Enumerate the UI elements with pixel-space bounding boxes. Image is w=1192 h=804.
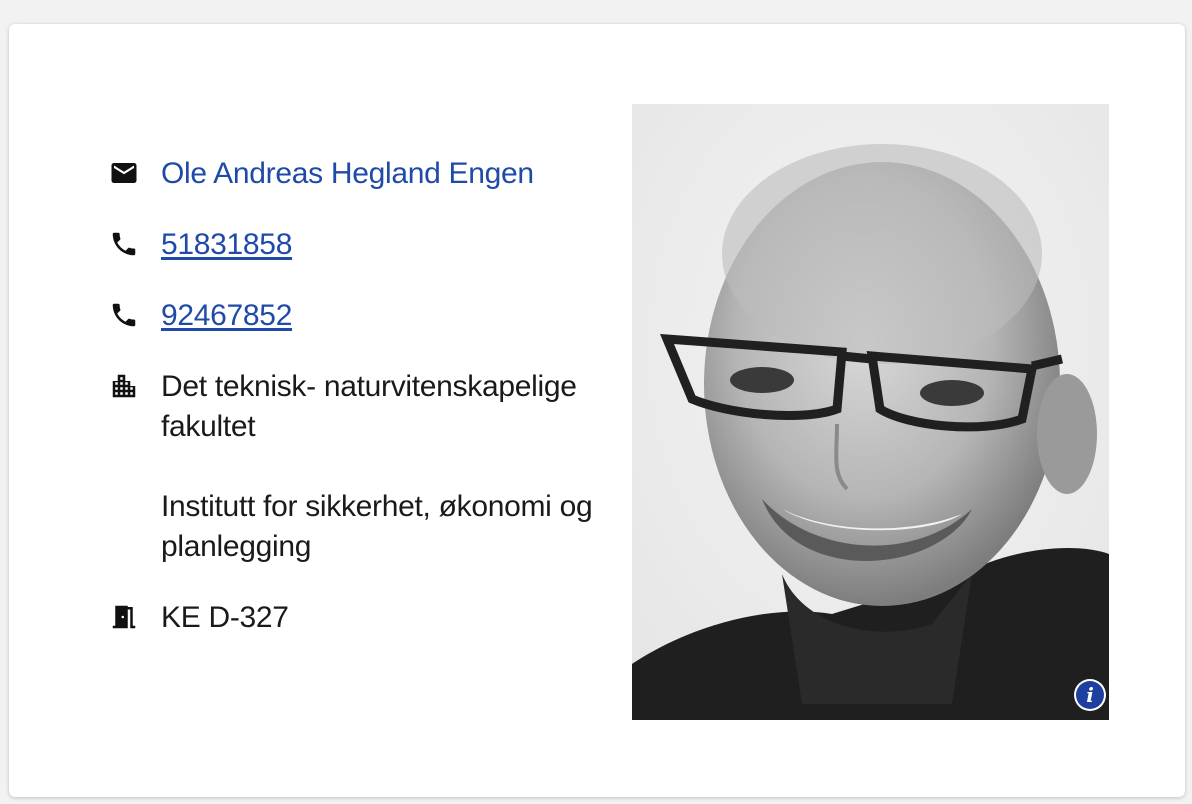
phone-link-2[interactable]: 92467852	[161, 299, 292, 332]
organization-row: Det teknisk- naturvitenskapelige fakulte…	[109, 367, 609, 567]
email-name-link[interactable]: Ole Andreas Hegland Engen	[161, 157, 534, 190]
profile-photo	[632, 104, 1109, 720]
door-icon	[109, 602, 139, 632]
contact-card: Ole Andreas Hegland Engen 51831858 92467…	[9, 24, 1185, 797]
phone-row-2: 92467852	[109, 296, 609, 336]
building-icon	[109, 371, 139, 401]
faculty-text: Det teknisk- naturvitenskapelige fakulte…	[161, 370, 577, 443]
envelope-icon	[109, 158, 139, 188]
office-row: KE D-327	[109, 598, 609, 638]
office-text: KE D-327	[161, 601, 289, 634]
phone-icon	[109, 300, 139, 330]
phone-icon	[109, 229, 139, 259]
department-text: Institutt for sikkerhet, økonomi og plan…	[161, 490, 593, 563]
phone-link-1[interactable]: 51831858	[161, 228, 292, 261]
phone-row-1: 51831858	[109, 225, 609, 265]
contact-info: Ole Andreas Hegland Engen 51831858 92467…	[109, 154, 609, 638]
info-icon[interactable]: i	[1076, 681, 1104, 709]
email-row: Ole Andreas Hegland Engen	[109, 154, 609, 194]
